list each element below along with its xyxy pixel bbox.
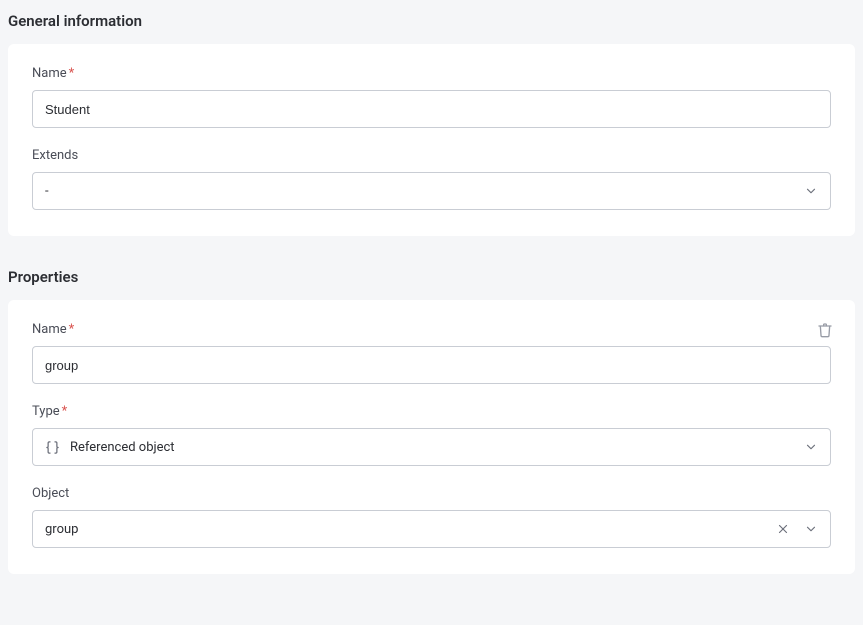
extends-label: Extends <box>32 148 831 163</box>
property-card: Name* Type* Referenced object <box>8 300 855 574</box>
extends-select[interactable]: - <box>32 172 831 210</box>
name-label: Name* <box>32 66 831 81</box>
property-name-input[interactable] <box>32 346 831 384</box>
property-object-label: Object <box>32 486 831 501</box>
braces-icon <box>45 440 60 455</box>
name-input[interactable] <box>32 90 831 128</box>
clear-object-button[interactable] <box>776 522 790 536</box>
extends-select-value: - <box>45 184 49 199</box>
general-card: Name* Extends - <box>8 44 855 236</box>
required-star: * <box>69 66 75 81</box>
chevron-down-icon <box>804 184 818 198</box>
chevron-down-icon <box>804 522 818 536</box>
required-star: * <box>62 404 68 419</box>
required-star: * <box>69 322 75 337</box>
property-object-select[interactable]: group <box>32 510 831 548</box>
property-type-value: Referenced object <box>70 440 175 455</box>
property-object-value: group <box>45 522 78 537</box>
general-section-title: General information <box>8 8 855 44</box>
delete-property-button[interactable] <box>817 322 833 338</box>
property-type-select[interactable]: Referenced object <box>32 428 831 466</box>
chevron-down-icon <box>804 440 818 454</box>
property-type-label: Type* <box>32 404 831 419</box>
properties-section-title: Properties <box>8 264 855 300</box>
property-name-label: Name* <box>32 322 831 337</box>
